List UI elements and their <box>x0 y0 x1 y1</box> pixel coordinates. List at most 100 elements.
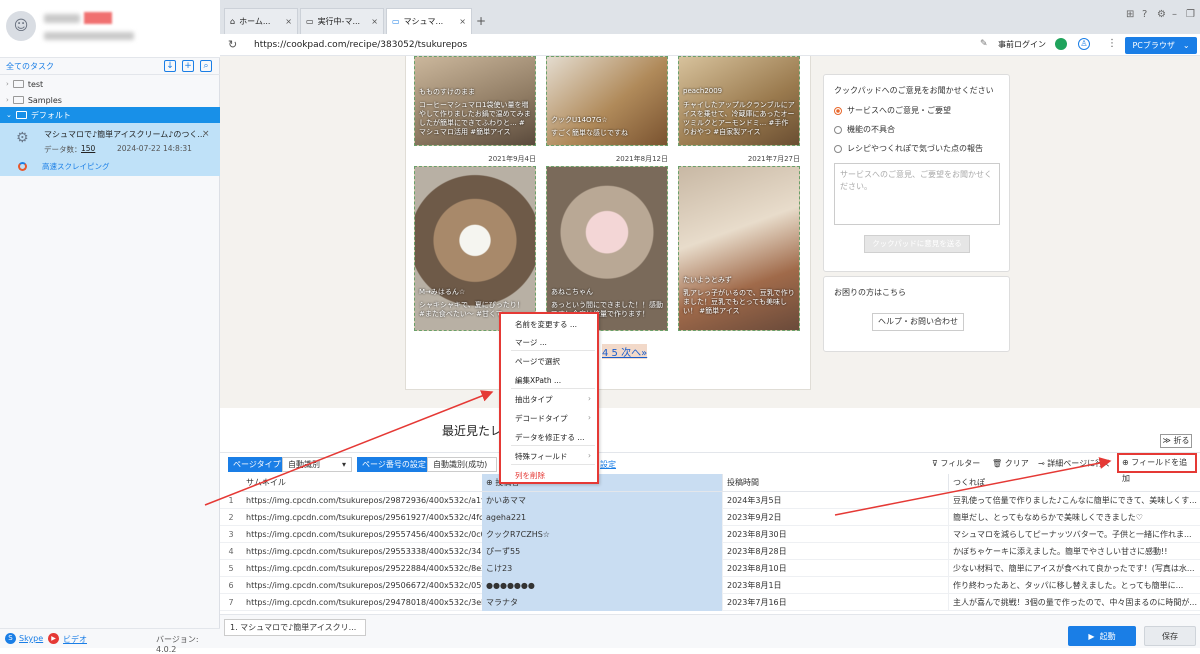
skype-icon[interactable]: S <box>5 633 16 644</box>
table-cell[interactable]: ぴーず55 <box>482 543 722 560</box>
tab-running[interactable]: ▭ 実行中-マ... × <box>300 8 384 34</box>
table-cell[interactable]: https://img.cpcdn.com/tsukurepos/2956192… <box>242 509 482 526</box>
table-cell[interactable]: 少ない材料で、簡単にアイスが食べれて良かったです！(写真は水... <box>948 560 1200 577</box>
fold-button[interactable]: ≫ 折る <box>1160 434 1192 448</box>
gift-icon[interactable]: ⊞ <box>1126 9 1134 20</box>
new-task-icon[interactable]: + <box>182 60 194 72</box>
tab-home[interactable]: ⌂ ホーム... × <box>224 8 298 34</box>
menu-decode-type[interactable]: デコードタイプ › <box>515 413 595 424</box>
menu-rename[interactable]: 名前を変更する ... <box>515 319 595 330</box>
pc-browser-select[interactable]: PCブラウザ ⌄ <box>1125 37 1197 54</box>
table-cell[interactable]: https://img.cpcdn.com/tsukurepos/2987293… <box>242 492 482 509</box>
menu-edit-xpath[interactable]: 編集XPath ... <box>515 375 595 386</box>
row-number[interactable]: 6 <box>220 577 242 594</box>
data-count-link[interactable]: 150 <box>81 144 95 153</box>
avatar[interactable]: ☺ <box>6 11 36 41</box>
menu-delete-column[interactable]: 列を削除 <box>515 470 595 481</box>
new-tab-icon[interactable]: + <box>476 14 486 28</box>
option-report[interactable]: レシピやつくれぽで気づいた点の報告 <box>834 143 983 154</box>
table-cell[interactable]: 2023年8月30日 <box>722 526 948 543</box>
task-item[interactable]: ⚙ マシュマロで♪簡単アイスクリーム♪のつく... × データ数： 150 20… <box>0 123 220 176</box>
reload-icon[interactable]: ↻ <box>228 38 237 51</box>
menu-extract-type[interactable]: 抽出タイプ › <box>515 394 595 405</box>
table-cell[interactable]: クックR7CZHS☆ <box>482 526 722 543</box>
page-type-select[interactable]: 自動識別 ▾ <box>282 457 352 472</box>
help-icon[interactable]: ? <box>1142 9 1147 20</box>
menu-fix-data[interactable]: データを修正する ... <box>515 432 595 443</box>
row-number[interactable]: 2 <box>220 509 242 526</box>
table-cell[interactable]: https://img.cpcdn.com/tsukurepos/2950667… <box>242 577 482 594</box>
filter-button[interactable]: ⊽ フィルター <box>932 458 980 469</box>
user-name[interactable]: M→みはるん☆ <box>419 287 465 297</box>
restore-icon[interactable]: ❐ <box>1186 9 1195 20</box>
table-cell[interactable]: 作り終わったあと、タッパに移し替えました。とっても簡単に... <box>948 577 1200 594</box>
skype-link[interactable]: Skype <box>19 634 43 643</box>
video-icon[interactable]: ▶ <box>48 633 59 644</box>
ext-icon-green[interactable] <box>1055 38 1067 50</box>
user-name[interactable]: たいようとみず <box>683 275 732 285</box>
table-row[interactable]: 2 https://img.cpcdn.com/tsukurepos/295619… <box>220 509 1200 526</box>
row-number[interactable]: 4 <box>220 543 242 560</box>
table-row[interactable]: 1 https://img.cpcdn.com/tsukurepos/298729… <box>220 492 1200 509</box>
run-button[interactable]: ▶ 起動 <box>1068 626 1136 646</box>
folder-samples[interactable]: › Samples <box>0 92 220 108</box>
clear-button[interactable]: 🗑 クリア <box>992 458 1029 469</box>
table-row[interactable]: 4 https://img.cpcdn.com/tsukurepos/295533… <box>220 543 1200 560</box>
option-service[interactable]: サービスへのご意見・ご要望 <box>834 105 951 116</box>
menu-merge[interactable]: マージ ... <box>515 337 595 348</box>
row-number[interactable]: 3 <box>220 526 242 543</box>
table-cell[interactable]: 2023年8月28日 <box>722 543 948 560</box>
tab-active[interactable]: ▭ マシュマ... × <box>386 8 472 34</box>
detail-page-button[interactable]: ⊸ 詳細ページに行く <box>1038 458 1111 469</box>
close-icon[interactable]: × <box>371 17 378 26</box>
edit-icon[interactable]: ✎ <box>980 39 988 49</box>
tsukurepo-tile[interactable]: たいようとみず 乳アレっ子がいるので、豆乳で作りました！豆乳でもとっても美味しい… <box>678 166 800 331</box>
close-icon[interactable]: × <box>459 17 466 26</box>
table-cell[interactable]: 2024年3月5日 <box>722 492 948 509</box>
table-cell[interactable]: ageha221 <box>482 509 722 526</box>
table-cell[interactable]: https://img.cpcdn.com/tsukurepos/2952288… <box>242 560 482 577</box>
login-button[interactable]: 事前ログイン <box>998 39 1046 50</box>
table-cell[interactable]: こけ23 <box>482 560 722 577</box>
table-cell[interactable]: 簡単だし、とってもなめらかで美味しくできました♡ <box>948 509 1200 526</box>
feedback-textarea[interactable]: サービスへのご意見、ご要望をお聞かせください。 <box>834 163 1000 225</box>
feedback-submit-button[interactable]: クックパッドに意見を送る <box>864 235 970 253</box>
tsukurepo-tile[interactable]: M→みはるん☆ シャキシャキで、夏にぴったり！ #また食べたい〜 #甘くて... <box>414 166 536 331</box>
video-link[interactable]: ビデオ <box>63 634 87 645</box>
table-cell[interactable]: かいあママ <box>482 492 722 509</box>
table-row[interactable]: 7 https://img.cpcdn.com/tsukurepos/294780… <box>220 594 1200 611</box>
table-cell[interactable]: 豆乳使って倍量で作りました♪こんなに簡単にできて、美味しくす... <box>948 492 1200 509</box>
more-icon[interactable]: ⋮ <box>1107 38 1117 49</box>
column-header[interactable]: サムネイル <box>242 474 482 492</box>
table-cell[interactable]: https://img.cpcdn.com/tsukurepos/2955745… <box>242 526 482 543</box>
row-number[interactable]: 1 <box>220 492 242 509</box>
table-cell[interactable]: ●●●●●●● <box>482 577 722 594</box>
table-cell[interactable]: 2023年8月10日 <box>722 560 948 577</box>
option-bug[interactable]: 機能の不具合 <box>834 124 895 135</box>
column-header[interactable]: 投稿時間 <box>722 474 948 492</box>
table-cell[interactable]: かぼちゃケーキに添えました。簡単でやさしい甘さに感動!! <box>948 543 1200 560</box>
add-field-button[interactable]: ⊕ フィールドを追加 <box>1117 453 1197 483</box>
url-input[interactable]: https://cookpad.com/recipe/383052/tsukur… <box>242 37 968 53</box>
table-cell[interactable]: https://img.cpcdn.com/tsukurepos/2955333… <box>242 543 482 560</box>
folder-test[interactable]: › test <box>0 76 220 92</box>
pagination[interactable]: 4 5 次へ» <box>602 344 648 359</box>
table-cell[interactable]: 2023年9月2日 <box>722 509 948 526</box>
table-cell[interactable]: 主人が喜んで挑戦！3個の量で作ったので、中々固まるのに時間が... <box>948 594 1200 611</box>
close-icon[interactable]: × <box>202 129 210 139</box>
tsukurepo-tile[interactable]: クックU14O7G☆ すごく簡単な感じですね <box>546 56 668 146</box>
all-tasks-label[interactable]: 全てのタスク <box>6 61 54 72</box>
tsukurepo-tile[interactable]: もものすけのまま コーヒーマシュマロ1袋使い量を増やして作りましたお鍋で温めてみ… <box>414 56 536 146</box>
table-row[interactable]: 5 https://img.cpcdn.com/tsukurepos/295228… <box>220 560 1200 577</box>
table-cell[interactable]: マシュマロを減らしてピーナッツバターで。子供と一緒に作れま... <box>948 526 1200 543</box>
settings-icon[interactable]: ⚙ <box>1157 9 1166 20</box>
table-cell[interactable]: https://img.cpcdn.com/tsukurepos/2947801… <box>242 594 482 611</box>
row-number[interactable]: 5 <box>220 560 242 577</box>
table-row[interactable]: 3 https://img.cpcdn.com/tsukurepos/295574… <box>220 526 1200 543</box>
user-name[interactable]: あねこちゃん <box>551 287 593 297</box>
row-number[interactable]: 7 <box>220 594 242 611</box>
table-cell[interactable]: 2023年8月1日 <box>722 577 948 594</box>
tsukurepo-tile[interactable]: あねこちゃん あっという間にできました！！感動です！今度は倍量で作ります！ <box>546 166 668 331</box>
user-name[interactable]: もものすけのまま <box>419 87 475 97</box>
search-task-icon[interactable]: ⌕ <box>200 60 212 72</box>
